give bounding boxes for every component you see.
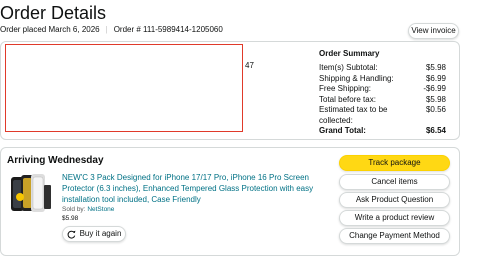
meta-divider: | [105, 25, 108, 34]
summary-label: Item(s) Subtotal: [319, 63, 378, 72]
product-image[interactable] [8, 171, 54, 217]
summary-row-before-tax: Total before tax: $5.98 [319, 95, 446, 106]
product-title-link[interactable]: NEW'C 3 Pack Designed for iPhone 17/17 P… [62, 172, 338, 205]
summary-row-grand-total: Grand Total: $6.54 [319, 126, 446, 137]
cancel-items-button[interactable]: Cancel items [339, 174, 450, 190]
view-invoice-button[interactable]: View invoice [408, 23, 459, 39]
summary-row-free-shipping: Free Shipping: -$6.99 [319, 84, 446, 95]
seller-link[interactable]: NetStone [87, 206, 114, 213]
write-review-button[interactable]: Write a product review [339, 210, 450, 226]
change-payment-method-button[interactable]: Change Payment Method [339, 228, 450, 244]
ask-product-question-button[interactable]: Ask Product Question [339, 192, 450, 208]
summary-row-subtotal: Item(s) Subtotal: $5.98 [319, 63, 446, 74]
summary-row-tax: Estimated tax to be collected: $0.56 [319, 105, 446, 126]
buy-it-again-button[interactable]: Buy it again [62, 226, 126, 242]
summary-label: Free Shipping: [319, 84, 372, 93]
summary-label: Shipping & Handling: [319, 73, 394, 83]
grand-total-label: Grand Total: [319, 126, 366, 135]
summary-value: $0.56 [425, 105, 446, 114]
sold-by-label: Sold by: [62, 206, 86, 213]
arriving-heading: Arriving Wednesday [7, 155, 104, 166]
redacted-address-block [5, 44, 243, 132]
order-summary-title: Order Summary [319, 49, 380, 58]
summary-label: Total before tax: [319, 94, 376, 104]
summary-row-shipping: Shipping & Handling: $6.99 [319, 74, 446, 85]
summary-value: -$6.99 [423, 84, 446, 93]
reorder-icon [67, 230, 76, 239]
sold-by: Sold by: NetStone [62, 206, 114, 213]
summary-value: $5.98 [425, 63, 446, 72]
grand-total-value: $6.54 [425, 126, 446, 135]
order-summary: Order Summary Item(s) Subtotal: $5.98 Sh… [319, 49, 446, 137]
order-number: Order # 111-5989414-1205060 [113, 25, 223, 34]
summary-value: $6.99 [425, 73, 446, 83]
summary-label: Estimated tax to be collected: [319, 105, 388, 125]
buy-it-again-label: Buy it again [79, 229, 122, 238]
track-package-button[interactable]: Track package [339, 155, 450, 171]
item-price: $5.98 [62, 215, 79, 222]
summary-value: $5.98 [425, 94, 446, 104]
page-title: Order Details [0, 3, 107, 23]
order-placed-date: Order placed March 6, 2026 [0, 25, 100, 34]
order-meta: Order placed March 6, 2026 | Order # 111-5… [0, 25, 223, 34]
partial-text: 47 [245, 61, 254, 70]
